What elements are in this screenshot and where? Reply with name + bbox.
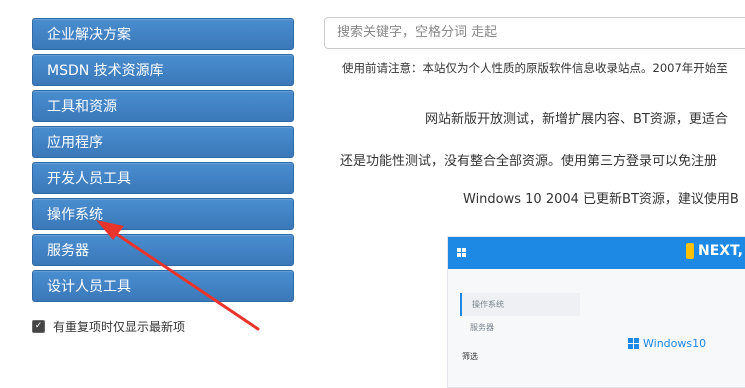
notice-line-3: 还是功能性测试，没有整合全部资源。使用第三方登录可以免注册 — [340, 154, 718, 169]
sidebar-item-applications[interactable]: 应用程序 — [32, 126, 294, 158]
preview-header: NEXT, — [448, 237, 745, 269]
notice-line-1: 使用前请注意：本站仅为个人性质的原版软件信息收录站点。2007年开始至 — [342, 61, 728, 75]
preview-filter-label: 筛选 — [462, 352, 478, 361]
notice-line-4: Windows 10 2004 已更新BT资源，建议使用B — [463, 192, 739, 207]
sidebar-item-msdn-library[interactable]: MSDN 技术资源库 — [32, 54, 294, 86]
category-sidebar: 企业解决方案 MSDN 技术资源库 工具和资源 应用程序 开发人员工具 操作系统… — [32, 18, 294, 306]
preview-os-label: Windows10 — [643, 337, 707, 350]
sidebar-item-tools-resources[interactable]: 工具和资源 — [32, 90, 294, 122]
latest-only-option[interactable]: ✓ 有重复项时仅显示最新项 — [32, 318, 185, 335]
brand-logo-icon — [686, 243, 694, 259]
search-input[interactable]: 搜索关键字，空格分词 走起 — [324, 17, 745, 49]
notice-line-2: 网站新版开放测试，新增扩展内容、BT资源，更适合 — [425, 112, 728, 127]
preview-sidebar: 操作系统 服务器 — [460, 293, 580, 339]
sidebar-item-servers[interactable]: 服务器 — [32, 234, 294, 266]
sidebar-item-developer-tools[interactable]: 开发人员工具 — [32, 162, 294, 194]
grid-menu-icon — [457, 248, 466, 257]
preview-menu-item: 操作系统 — [460, 293, 580, 316]
windows-logo-icon — [628, 338, 639, 349]
preview-windows10: Windows10 — [628, 337, 706, 350]
latest-only-checkbox[interactable]: ✓ — [32, 320, 45, 333]
new-site-preview-image: NEXT, 操作系统 服务器 筛选 Windows10 — [447, 236, 745, 388]
latest-only-label: 有重复项时仅显示最新项 — [53, 320, 186, 334]
sidebar-item-enterprise-solutions[interactable]: 企业解决方案 — [32, 18, 294, 50]
preview-menu-item: 服务器 — [470, 323, 494, 332]
preview-brand: NEXT, — [686, 243, 743, 259]
sidebar-item-designer-tools[interactable]: 设计人员工具 — [32, 270, 294, 302]
sidebar-item-operating-systems[interactable]: 操作系统 — [32, 198, 294, 230]
